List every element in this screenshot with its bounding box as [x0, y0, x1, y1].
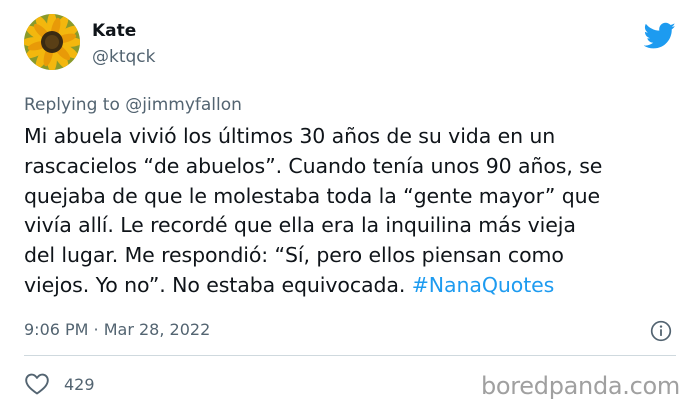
user-handle[interactable]: @ktqck	[92, 45, 156, 69]
replying-to-prefix: Replying to	[24, 95, 126, 115]
watermark: boredpanda.com	[480, 372, 680, 400]
tweet-text: Mi abuela vivió los últimos 30 años de s…	[24, 122, 684, 301]
tweet-card: Kate @ktqck Replying to @jimmyfallon Mi …	[0, 0, 700, 410]
hashtag-link[interactable]: #NanaQuotes	[412, 273, 555, 297]
like-action[interactable]: 429	[24, 372, 95, 396]
info-icon[interactable]	[650, 320, 672, 342]
avatar[interactable]	[24, 14, 80, 70]
divider	[24, 355, 676, 356]
tweet-body: Mi abuela vivió los últimos 30 años de s…	[24, 124, 603, 297]
tweet-timestamp[interactable]: 9:06 PM · Mar 28, 2022	[24, 320, 210, 339]
sunflower-icon	[24, 14, 80, 70]
replying-to: Replying to @jimmyfallon	[24, 95, 242, 115]
tweet-header: Kate @ktqck	[24, 14, 676, 86]
twitter-bird-icon[interactable]	[644, 22, 676, 50]
author-names: Kate @ktqck	[92, 20, 156, 69]
display-name[interactable]: Kate	[92, 20, 156, 42]
heart-icon[interactable]	[24, 372, 50, 396]
like-count: 429	[64, 374, 95, 394]
replying-to-mention[interactable]: @jimmyfallon	[125, 95, 242, 115]
